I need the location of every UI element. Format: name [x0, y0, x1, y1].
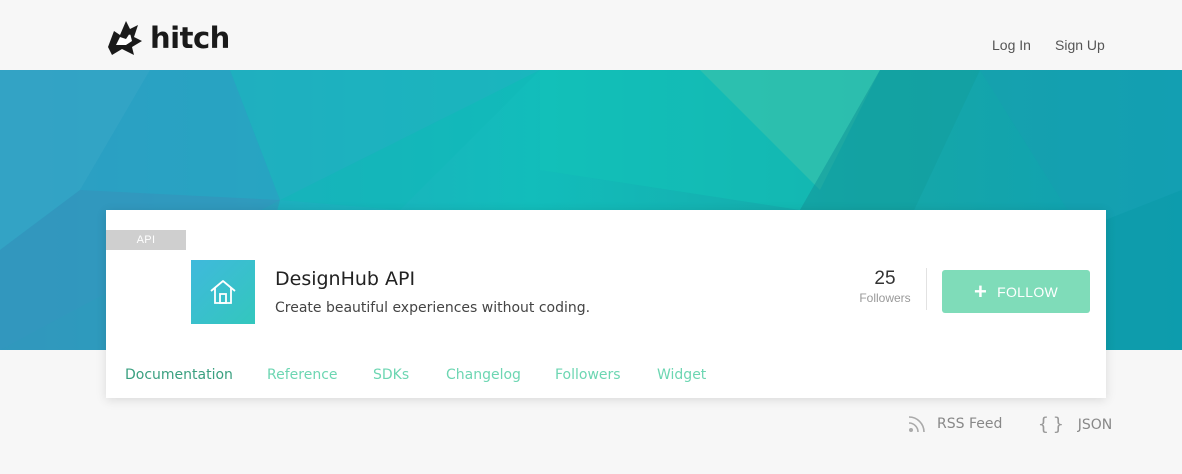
- tab-changelog[interactable]: Changelog: [446, 367, 521, 383]
- followers-stat[interactable]: 25 Followers: [846, 268, 924, 305]
- rss-icon: [908, 416, 925, 433]
- plus-icon: +: [973, 278, 988, 304]
- api-description: Create beautiful experiences without cod…: [275, 300, 591, 316]
- api-card: API DesignHub API Create beautiful exper…: [106, 210, 1106, 398]
- followers-label: Followers: [859, 291, 911, 305]
- json-label: JSON: [1077, 416, 1113, 433]
- hitch-logo[interactable]: hitch: [104, 16, 230, 60]
- json-link[interactable]: {} JSON: [1038, 414, 1112, 435]
- tab-reference[interactable]: Reference: [267, 367, 338, 383]
- follow-button-label: FOLLOW: [997, 283, 1059, 300]
- api-title: DesignHub API: [275, 268, 416, 290]
- tab-followers[interactable]: Followers: [555, 367, 621, 383]
- top-navigation-bar: hitch Log In Sign Up: [0, 0, 1182, 70]
- home-icon: [210, 280, 236, 304]
- api-tabs: Documentation Reference SDKs Changelog F…: [106, 355, 1106, 395]
- divider: [926, 268, 927, 310]
- rss-feed-label: RSS Feed: [937, 416, 1003, 432]
- api-logo: [191, 260, 255, 324]
- braces-icon: {}: [1038, 414, 1068, 435]
- rss-feed-link[interactable]: RSS Feed: [907, 414, 1002, 434]
- follow-button[interactable]: + FOLLOW: [942, 270, 1090, 313]
- logo-text: hitch: [150, 21, 230, 55]
- api-badge: API: [106, 230, 186, 250]
- tab-sdks[interactable]: SDKs: [373, 367, 409, 383]
- tab-documentation[interactable]: Documentation: [125, 367, 233, 383]
- followers-count: 25: [874, 268, 896, 289]
- tab-widget[interactable]: Widget: [657, 367, 706, 383]
- wolf-logo-icon: [108, 21, 142, 55]
- login-link[interactable]: Log In: [992, 37, 1031, 53]
- signup-link[interactable]: Sign Up: [1055, 37, 1105, 53]
